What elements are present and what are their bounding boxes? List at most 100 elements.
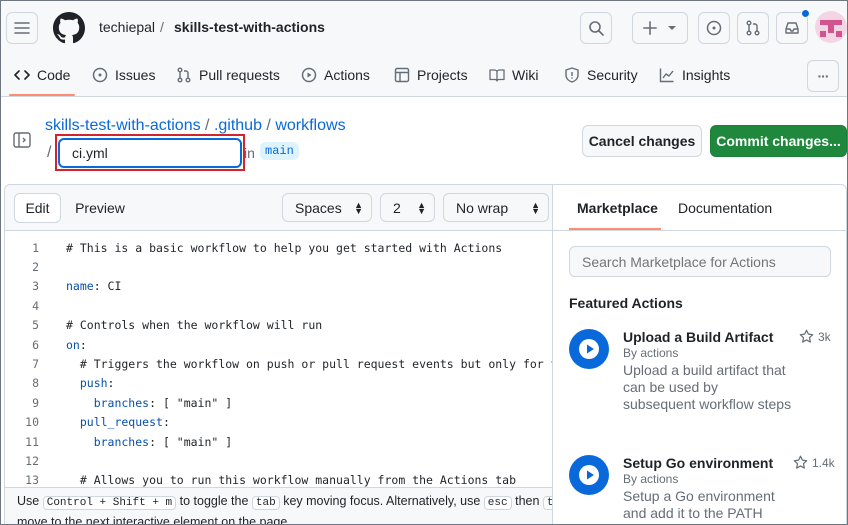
select-caret-icon: ▲ ▼: [354, 200, 363, 216]
action-author: By actions: [623, 472, 679, 486]
kebab-icon: ···: [817, 68, 830, 84]
pull-requests-button[interactable]: [737, 12, 769, 44]
kbd-tab: tab: [251, 496, 280, 510]
code-line: 11 branches: [ "main" ]: [25, 434, 233, 449]
github-logo-icon[interactable]: [53, 12, 85, 44]
tab-projects[interactable]: Projects: [394, 67, 468, 83]
search-icon: [589, 21, 604, 36]
tab-marketplace[interactable]: Marketplace: [577, 200, 658, 216]
cancel-changes-button[interactable]: Cancel changes: [582, 125, 702, 157]
book-icon: [489, 69, 505, 82]
path-separator: /: [200, 117, 214, 134]
action-title[interactable]: Setup Go environment: [623, 455, 773, 471]
code-line: 10 pull_request:: [25, 415, 170, 430]
code-line: 1 # This is a basic workflow to help you …: [32, 240, 503, 255]
indent-size-value: 2: [393, 199, 401, 216]
breadcrumb-separator: /: [160, 19, 164, 35]
git-pull-request-icon: [177, 67, 191, 83]
tab-label: Code: [37, 67, 71, 83]
path-github-link[interactable]: .github: [214, 117, 262, 134]
code-line: 6 on:: [32, 337, 87, 352]
notification-dot: [801, 9, 810, 18]
wrap-mode-select[interactable]: No wrap ▲ ▼: [443, 193, 549, 222]
branch-badge: main: [260, 142, 299, 160]
sidebar-toggle-icon[interactable]: [13, 132, 31, 148]
tab-preview[interactable]: Preview: [65, 193, 135, 223]
issues-button[interactable]: [698, 12, 730, 44]
keyboard-hint-bar: Use Control + Shift + m to toggle the ta…: [5, 487, 552, 524]
kbd-esc: esc: [483, 496, 512, 510]
tab-label: Wiki: [512, 67, 539, 83]
code-line: 7 # Triggers the workflow on push or pul…: [32, 357, 552, 372]
play-icon: [569, 455, 609, 495]
action-description: Upload a build artifact that can be used…: [623, 362, 792, 412]
commit-changes-button[interactable]: Commit changes...: [710, 125, 847, 157]
tab-label: Security: [587, 67, 638, 83]
search-button[interactable]: [580, 12, 612, 44]
tab-issues[interactable]: Issues: [92, 67, 155, 83]
path-repo-link[interactable]: skills-test-with-actions: [45, 117, 201, 134]
kbd-tab: tab: [542, 496, 552, 510]
code-line: 4: [32, 298, 39, 313]
indent-size-select[interactable]: 2 ▲ ▼: [380, 193, 435, 222]
tab-actions[interactable]: Actions: [301, 67, 370, 83]
code-line: 8 push:: [32, 376, 115, 391]
code-line: 2: [32, 260, 39, 275]
indent-mode-value: Spaces: [295, 199, 342, 216]
indent-mode-select[interactable]: Spaces ▲ ▼: [282, 193, 372, 222]
kbd-shortcut: Control + Shift + m: [42, 496, 177, 510]
play-icon: [301, 67, 317, 83]
inbox-icon: [785, 22, 799, 34]
star-count: 1.4k: [793, 455, 835, 470]
wrap-mode-value: No wrap: [456, 199, 509, 216]
avatar[interactable]: [815, 11, 847, 43]
breadcrumb-owner[interactable]: techiepal: [99, 19, 155, 35]
editor-toolbar: Edit Preview Spaces ▲ ▼ 2 ▲ ▼ No wrap ▲ ▼: [5, 185, 552, 231]
tab-wiki[interactable]: Wiki: [489, 67, 538, 83]
action-title[interactable]: Upload a Build Artifact: [623, 329, 773, 345]
tab-insights[interactable]: Insights: [659, 67, 730, 83]
path-workflows-link[interactable]: workflows: [275, 117, 345, 134]
more-options-button[interactable]: ···: [807, 60, 839, 92]
filename-input[interactable]: [58, 138, 242, 168]
tab-label: Insights: [682, 67, 731, 83]
tab-pull-requests[interactable]: Pull requests: [176, 67, 280, 83]
featured-actions-heading: Featured Actions: [569, 295, 683, 311]
tab-documentation[interactable]: Documentation: [678, 200, 772, 216]
star-icon: [799, 329, 814, 343]
filename-slash: /: [47, 144, 52, 161]
play-icon: [569, 329, 609, 369]
in-branch-label: in: [244, 145, 255, 161]
tab-label: Projects: [417, 67, 468, 83]
code-line: 5 # Controls when the workflow will run: [32, 318, 323, 333]
action-author: By actions: [623, 346, 679, 360]
breadcrumb-repo[interactable]: skills-test-with-actions: [174, 19, 325, 35]
tab-security[interactable]: Security: [564, 67, 638, 83]
path-separator: /: [261, 117, 276, 134]
create-new-button[interactable]: [632, 12, 688, 44]
tab-label: Actions: [324, 67, 370, 83]
tab-label: Issues: [115, 67, 156, 83]
tab-edit[interactable]: Edit: [14, 193, 61, 223]
issue-opened-icon: [706, 20, 722, 36]
star-icon: [793, 455, 808, 469]
table-icon: [394, 67, 410, 83]
star-count: 3k: [799, 329, 831, 344]
app-window: techiepal / skills-test-with-actions Cod…: [0, 0, 848, 525]
tab-code[interactable]: Code: [14, 67, 70, 83]
file-path-breadcrumb: skills-test-with-actions / .github / wor…: [45, 117, 346, 135]
hamburger-icon: [14, 22, 30, 34]
hamburger-menu-button[interactable]: [6, 12, 38, 44]
code-line: 12: [25, 454, 39, 469]
marketplace-search-input[interactable]: [569, 246, 831, 277]
shield-icon: [565, 67, 579, 83]
tab-label: Pull requests: [199, 67, 280, 83]
action-description: Setup a Go environment and add it to the…: [623, 488, 775, 521]
code-icon: [14, 70, 30, 80]
git-pull-request-icon: [746, 20, 760, 36]
select-caret-icon: ▲ ▼: [417, 200, 426, 216]
active-tab-indicator: [9, 94, 75, 96]
chevron-down-icon: [668, 26, 676, 30]
graph-icon: [659, 68, 674, 83]
issue-opened-icon: [92, 67, 108, 83]
